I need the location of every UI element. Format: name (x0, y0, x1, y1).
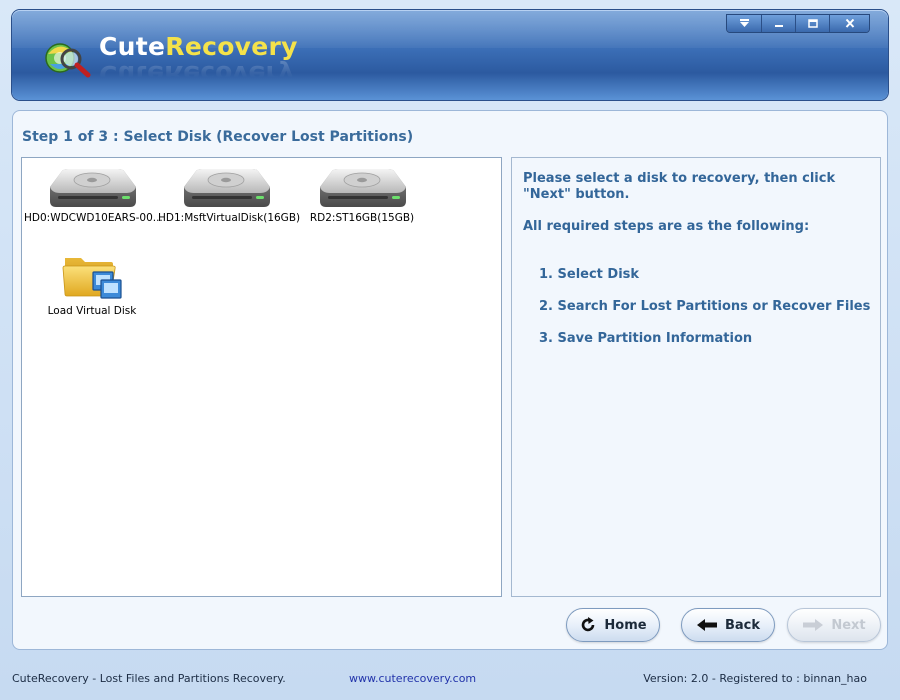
next-button-label: Next (831, 617, 866, 633)
disk-item-hd0[interactable]: HD0:WDCWD10EARS-00... (24, 165, 163, 224)
home-button[interactable]: Home (566, 608, 660, 642)
load-virtual-disk-item[interactable]: Load Virtual Disk (24, 250, 160, 317)
status-version: Version: 2.0 - Registered to : binnan_ha… (643, 672, 867, 685)
app-logo-icon (45, 43, 91, 78)
hard-disk-icon (184, 169, 270, 207)
hard-disk-icon (320, 169, 406, 207)
disk-label: RD2:ST16GB(15GB) (309, 212, 415, 224)
app-header: CuteRecovery CuteRecovery (12, 10, 888, 100)
refresh-icon (582, 617, 595, 632)
dropdown-arrow-icon[interactable] (727, 15, 761, 32)
disk-item-hd1[interactable]: HD1:MsftVirtualDisk(16GB) (158, 165, 301, 224)
disk-list-panel[interactable]: HD0:WDCWD10EARS-00... HD1:MsftVirtualDis… (21, 157, 502, 597)
app-window: CuteRecovery CuteRecovery Step 1 of 3 : … (0, 0, 900, 700)
instructions-intro: Please select a disk to recovery, then c… (523, 171, 836, 202)
disk-label: HD0:WDCWD10EARS-00... (24, 212, 163, 224)
folder-virtual-disk-icon (62, 258, 122, 299)
back-button-label: Back (724, 617, 761, 633)
arrow-right-icon (803, 619, 824, 631)
brand-reflection: CuteRecovery (99, 60, 295, 89)
maximize-icon[interactable] (795, 15, 829, 32)
brand-recovery: Recovery (165, 32, 298, 61)
disk-item-rd2[interactable]: RD2:ST16GB(15GB) (294, 165, 430, 224)
minimize-icon[interactable] (761, 15, 795, 32)
back-button[interactable]: Back (681, 608, 775, 642)
home-button-label: Home (604, 617, 647, 633)
step-title: Step 1 of 3 : Select Disk (Recover Lost … (22, 129, 414, 145)
app-brand: CuteRecovery (99, 32, 298, 61)
instruction-step-3: 3. Save Partition Information (539, 331, 753, 346)
status-app-description: CuteRecovery - Lost Files and Partitions… (12, 672, 286, 685)
close-icon[interactable] (829, 15, 869, 32)
arrow-left-icon (696, 619, 717, 631)
disk-label: HD1:MsftVirtualDisk(16GB) (158, 212, 301, 224)
instruction-step-1: 1. Select Disk (539, 267, 640, 282)
hard-disk-icon (50, 169, 136, 207)
instructions-panel: Please select a disk to recovery, then c… (511, 157, 881, 597)
instructions-subheading: All required steps are as the following: (523, 219, 810, 234)
website-link[interactable]: www.cuterecovery.com (349, 672, 476, 685)
next-button[interactable]: Next (787, 608, 881, 642)
status-bar: CuteRecovery - Lost Files and Partitions… (0, 662, 900, 692)
content-panel: Step 1 of 3 : Select Disk (Recover Lost … (12, 110, 888, 650)
window-controls (726, 14, 870, 33)
instruction-step-2: 2. Search For Lost Partitions or Recover… (539, 299, 871, 314)
brand-cute: Cute (99, 32, 166, 61)
disk-label: Load Virtual Disk (47, 305, 137, 317)
